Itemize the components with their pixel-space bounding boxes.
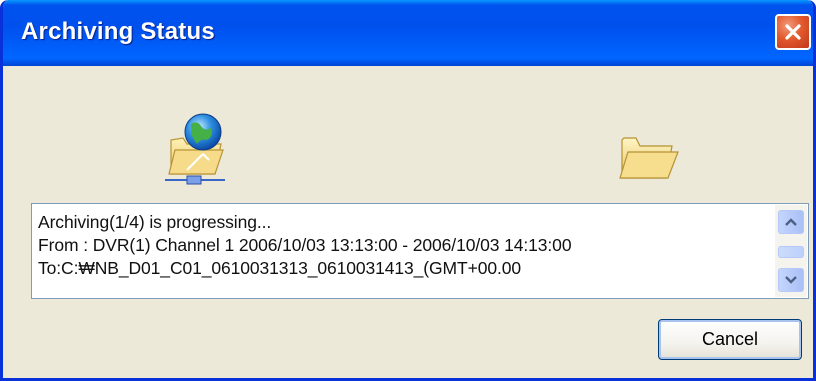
close-icon <box>785 24 801 40</box>
status-destination-text: To:C:₩NB_D01_C01_0610031313_0610031413_(… <box>38 258 522 278</box>
status-source-text: From : DVR(1) Channel 1 2006/10/03 13:13… <box>38 235 572 255</box>
window-title: Archiving Status <box>21 18 215 45</box>
folder-icon <box>618 126 680 184</box>
scroll-down-button[interactable] <box>778 268 804 292</box>
status-progress-text: Archiving(1/4) is progressing... <box>38 212 272 232</box>
scroll-thumb[interactable] <box>778 246 804 258</box>
vertical-scrollbar[interactable] <box>775 205 807 297</box>
archiving-status-dialog: Archiving Status Archiving(1/4) is progr… <box>0 0 816 381</box>
network-folder-icon <box>163 110 229 186</box>
title-bar[interactable]: Archiving Status <box>3 0 813 66</box>
scroll-up-button[interactable] <box>778 210 804 234</box>
close-button[interactable] <box>775 14 811 50</box>
cancel-button[interactable]: Cancel <box>658 319 802 360</box>
chevron-up-icon <box>785 218 797 226</box>
status-log[interactable]: Archiving(1/4) is progressing... From : … <box>31 203 809 299</box>
chevron-down-icon <box>785 276 797 284</box>
